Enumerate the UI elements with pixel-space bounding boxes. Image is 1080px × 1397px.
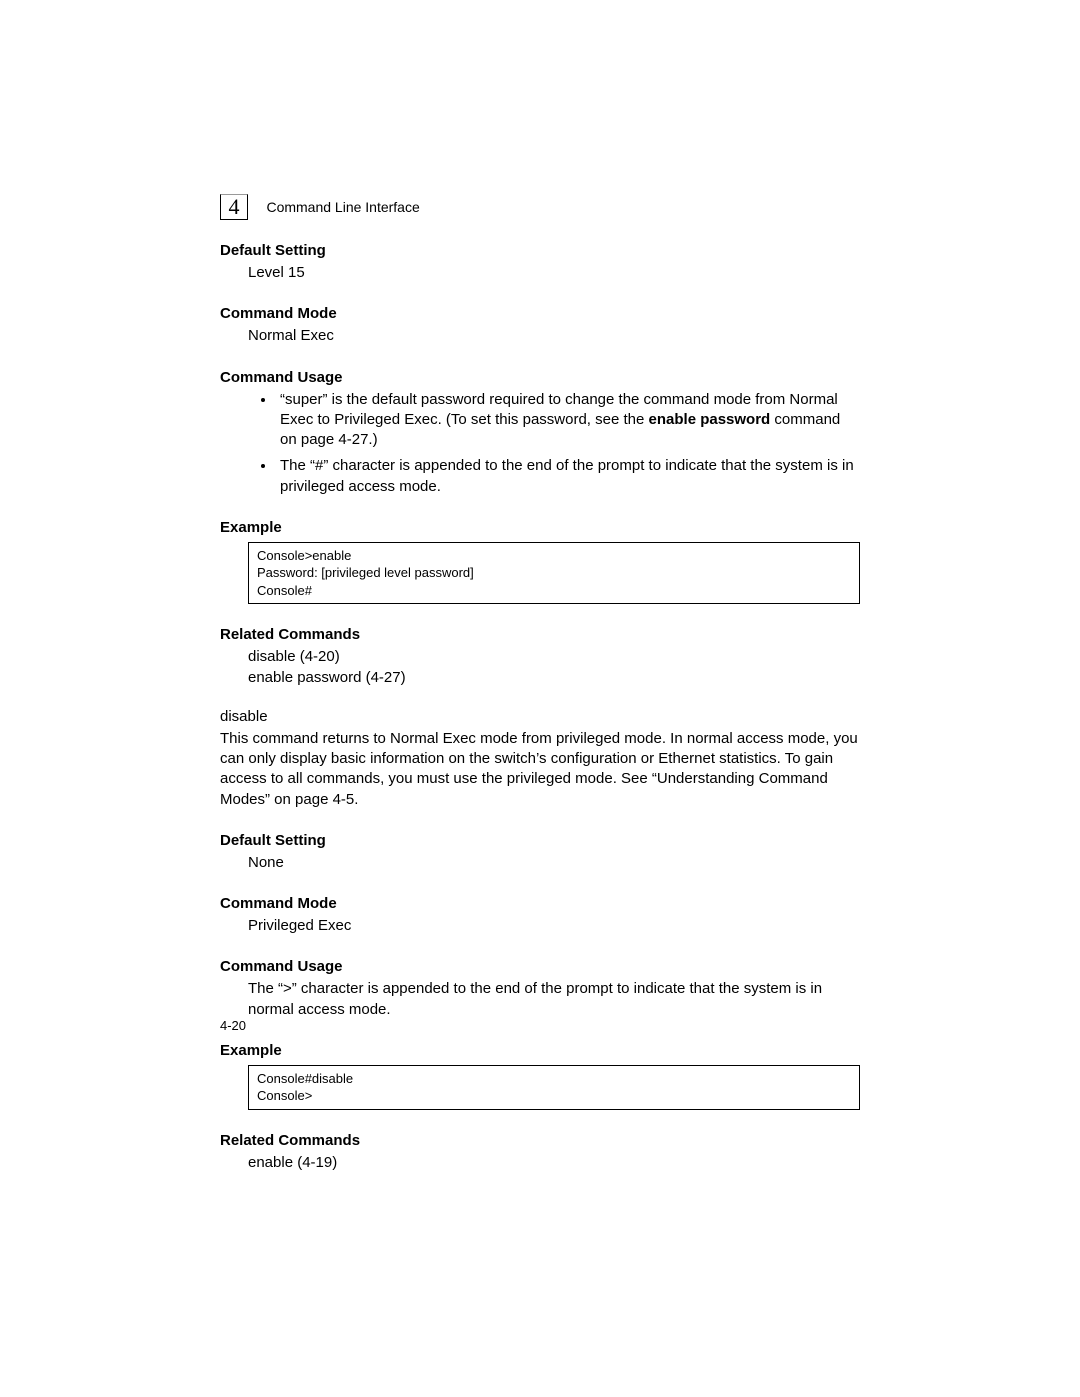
example-codebox-disable: Console#disable Console> [248,1065,860,1110]
heading-example-2: Example [220,1042,860,1059]
heading-command-usage-2: Command Usage [220,958,860,975]
command-name-disable: disable [220,708,860,725]
heading-related-commands: Related Commands [220,626,860,643]
heading-command-mode-2: Command Mode [220,895,860,912]
heading-related-commands-2: Related Commands [220,1132,860,1149]
heading-default-setting-2: Default Setting [220,832,860,849]
text-default-setting-2: None [248,853,860,873]
usage-item-1: “super” is the default password required… [276,390,860,451]
usage-item-1b: enable password [649,411,771,428]
related-command-2: enable password (4-27) [248,668,860,688]
chapter-title: Command Line Interface [266,199,419,215]
usage-item-2: The “#” character is appended to the end… [276,456,860,497]
text-command-usage-2: The “>” character is appended to the end… [248,979,860,1020]
page-number: 4-20 [220,1018,246,1033]
heading-example: Example [220,519,860,536]
disable-intro: This command returns to Normal Exec mode… [220,729,860,810]
chapter-header: 4 Command Line Interface [220,194,860,220]
heading-command-usage: Command Usage [220,369,860,386]
usage-list: “super” is the default password required… [220,390,860,497]
example-codebox-enable: Console>enable Password: [privileged lev… [248,542,860,605]
text-command-mode-2: Privileged Exec [248,916,860,936]
content-column: 4 Command Line Interface Default Setting… [220,194,860,1173]
chapter-number-box: 4 [220,194,248,220]
related-command-disable: enable (4-19) [248,1153,860,1173]
related-command-1: disable (4-20) [248,647,860,667]
heading-default-setting: Default Setting [220,242,860,259]
text-command-mode: Normal Exec [248,326,860,346]
page: 4 Command Line Interface Default Setting… [0,0,1080,1397]
heading-command-mode: Command Mode [220,305,860,322]
text-default-setting: Level 15 [248,263,860,283]
